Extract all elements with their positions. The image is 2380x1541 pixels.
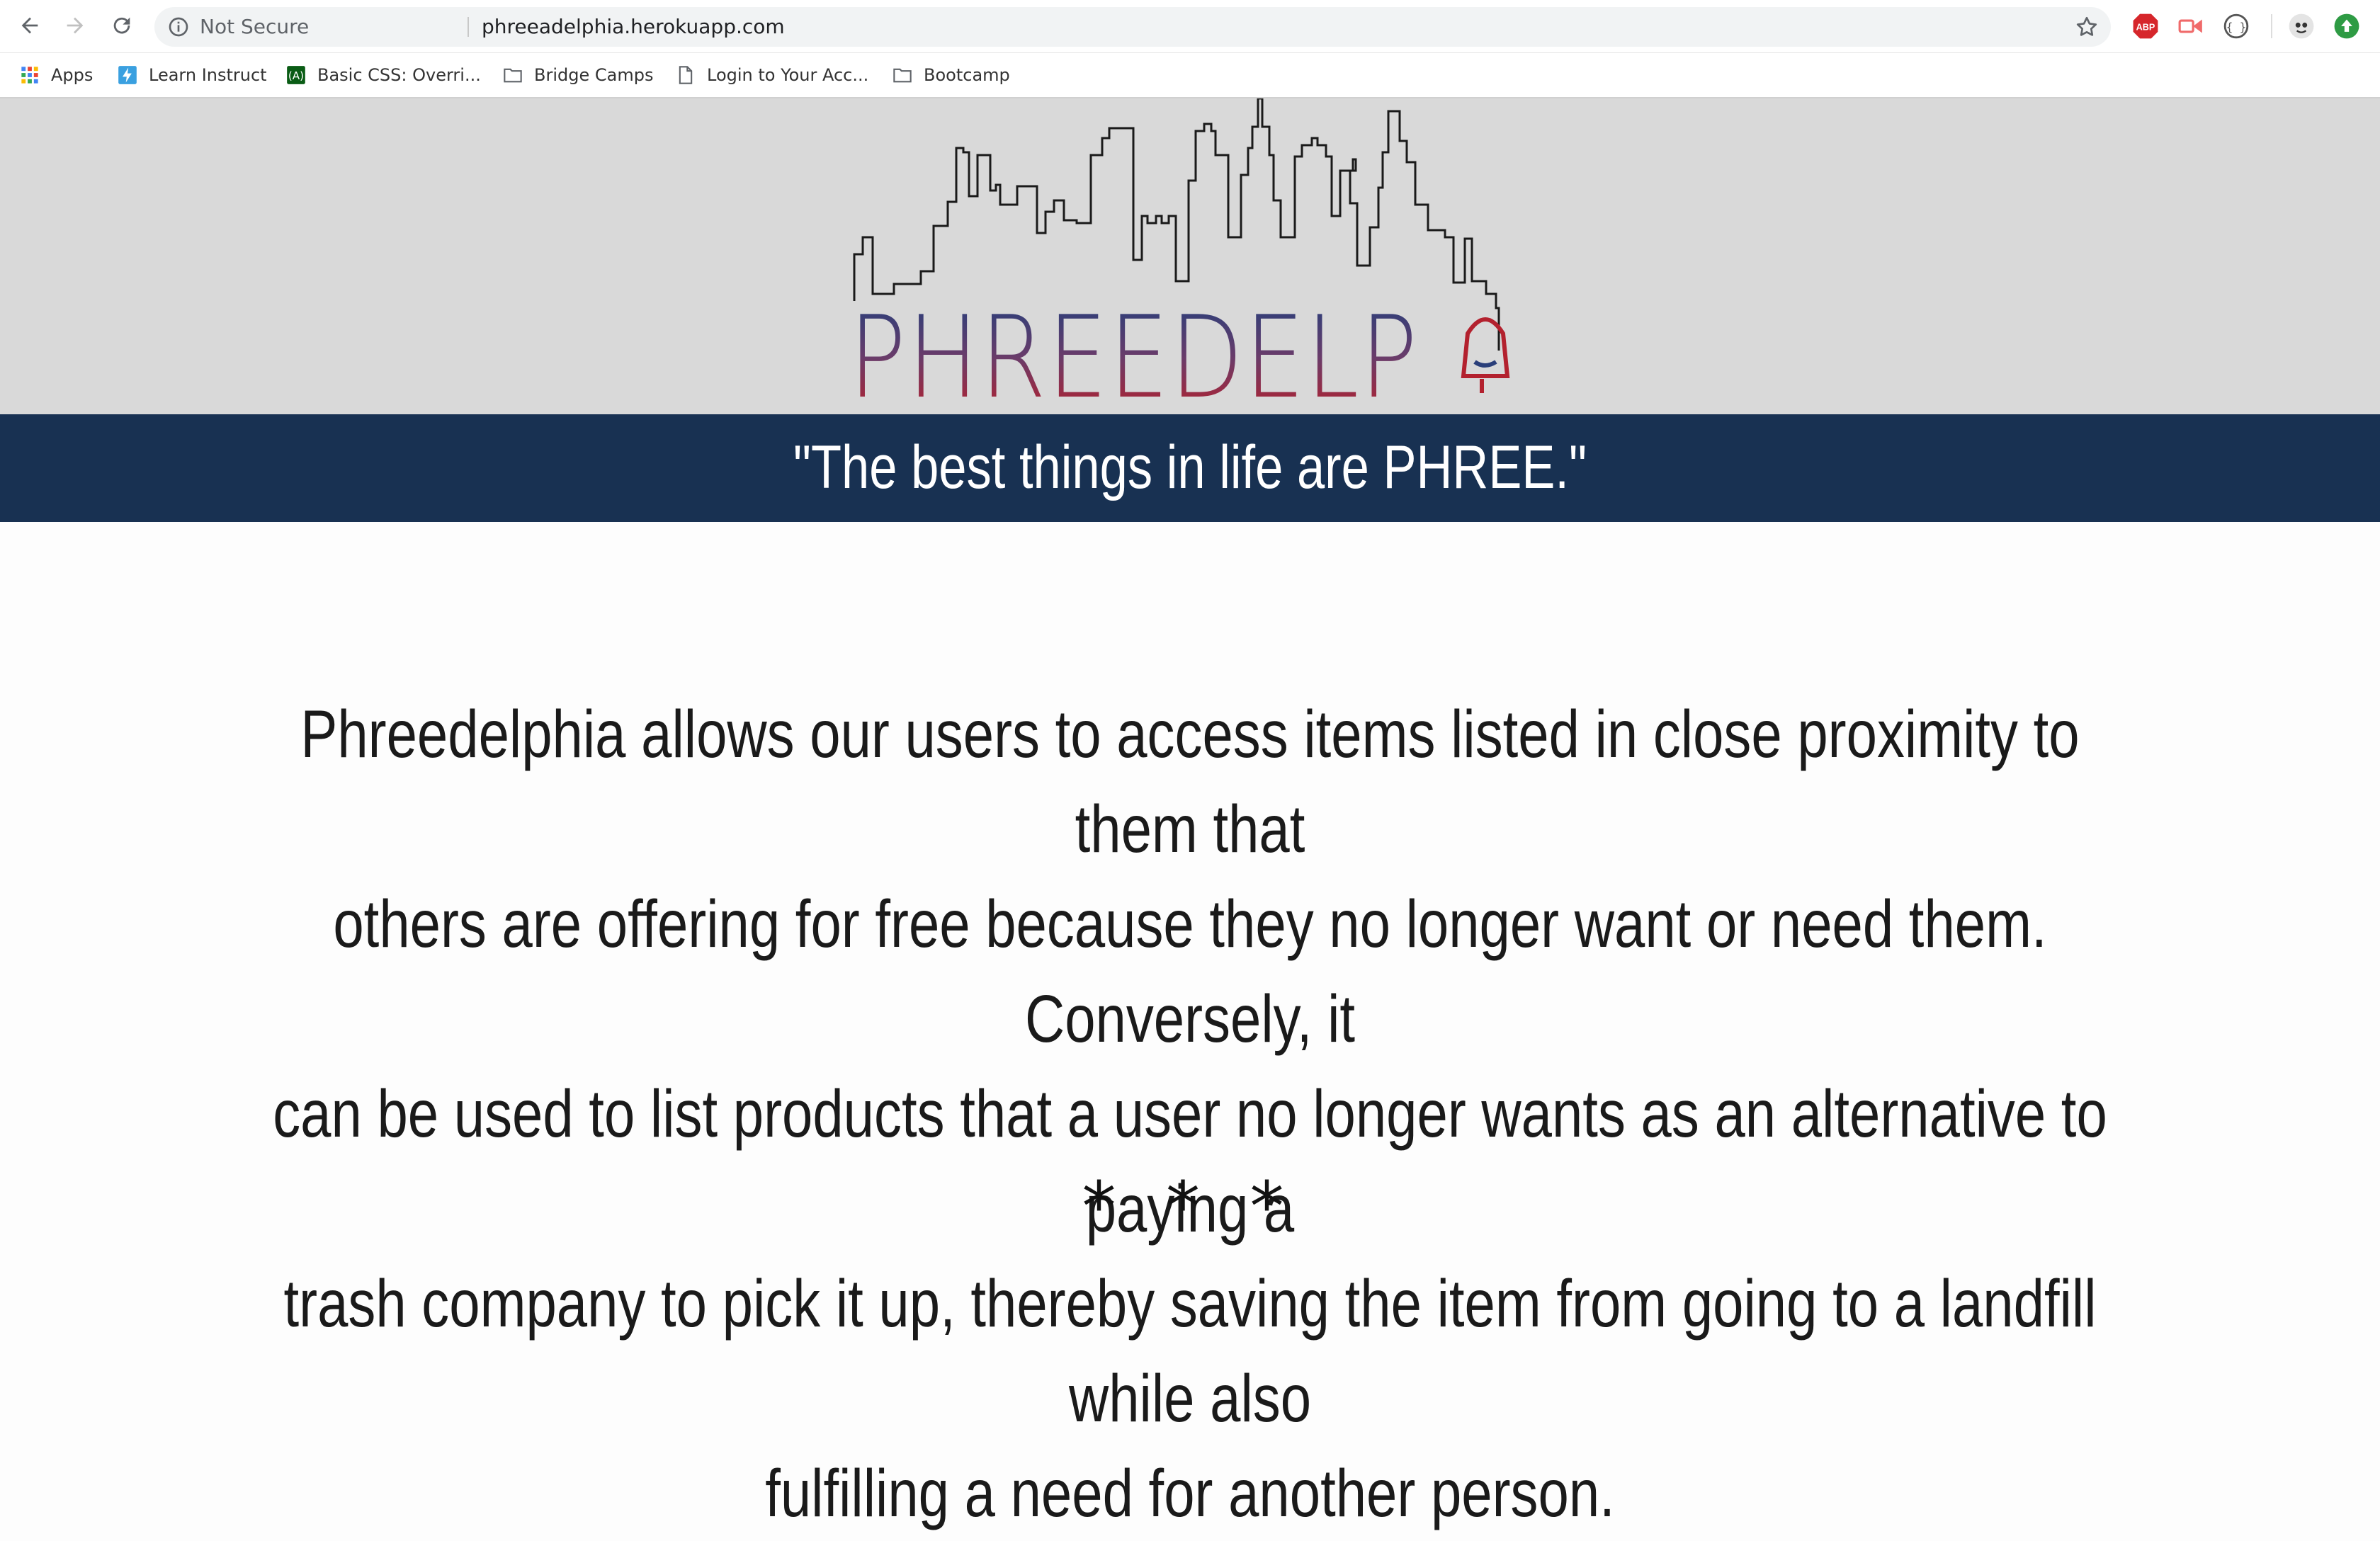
- phreedelphia-logo-text: PHREEDELPHIA: [849, 291, 1587, 423]
- bookmark-label: Login to Your Acc...: [707, 65, 869, 85]
- about-paragraph: Phreedelphia allows our users to access …: [261, 687, 2119, 1541]
- reload-icon: [113, 17, 130, 34]
- browser-toolbar: Not Secure phreeadelphia.herokuapp.com A…: [0, 0, 2380, 53]
- bookmark-apps[interactable]: Apps: [20, 53, 93, 97]
- svg-text:(A): (A): [288, 69, 304, 82]
- about-line: trash company to pick it up, thereby sav…: [283, 1266, 2097, 1436]
- update-icon[interactable]: [2333, 13, 2360, 40]
- bookmark-bridge-camps[interactable]: Bridge Camps: [503, 53, 653, 97]
- address-bar[interactable]: Not Secure phreeadelphia.herokuapp.com: [154, 7, 2111, 47]
- freecodecamp-icon: (A): [287, 66, 305, 84]
- bookmark-basic-css[interactable]: (A) Basic CSS: Overri...: [286, 53, 481, 97]
- bookmark-star-icon[interactable]: [2074, 14, 2100, 40]
- apps-grid-icon: [21, 67, 38, 84]
- bookmark-label: Bridge Camps: [534, 65, 654, 85]
- adblock-plus-icon[interactable]: ABP: [2132, 13, 2159, 40]
- forward-button[interactable]: [60, 10, 91, 41]
- bookmark-login[interactable]: Login to Your Acc...: [676, 53, 868, 97]
- page-icon: [679, 66, 693, 84]
- learn-bolt-icon: [118, 66, 137, 84]
- bookmark-label: Apps: [51, 65, 94, 85]
- about-line: Phreedelphia allows our users to access …: [300, 697, 2080, 867]
- about-line: fulfilling a need for another person.: [765, 1456, 1615, 1531]
- hero-banner: PHREEDELPHIA: [0, 98, 2380, 414]
- tagline-text: "The best things in life are PHREE.": [793, 433, 1587, 501]
- liberty-bell-icon: [1461, 317, 1510, 393]
- bookmark-label: Learn Instruct: [149, 65, 267, 85]
- svg-text:ABP: ABP: [2136, 23, 2155, 33]
- svg-text:{ }: { }: [2226, 20, 2247, 33]
- bookmark-bootcamp[interactable]: Bootcamp: [892, 53, 1010, 97]
- back-button[interactable]: [14, 10, 45, 41]
- profile-icon[interactable]: [2288, 13, 2315, 40]
- code-brackets-icon[interactable]: { }: [2223, 13, 2250, 40]
- security-label[interactable]: Not Secure: [200, 7, 309, 47]
- omnibox-separator: [468, 17, 469, 37]
- toolbar-divider: [2271, 14, 2272, 38]
- reload-button[interactable]: [106, 10, 137, 41]
- bookmarks-bar: Apps Learn Instruct (A) Basic CSS: Overr…: [0, 53, 2380, 98]
- section-divider: * * *: [1082, 1167, 1298, 1246]
- bookmark-label: Basic CSS: Overri...: [317, 65, 481, 85]
- folder-icon: [504, 68, 522, 83]
- info-icon: [169, 17, 188, 37]
- url-text[interactable]: phreeadelphia.herokuapp.com: [482, 7, 785, 47]
- about-line: others are offering for free because the…: [333, 887, 2047, 1057]
- folder-icon: [893, 68, 912, 83]
- forward-arrow-icon: [67, 17, 84, 34]
- screencast-icon[interactable]: [2177, 13, 2204, 40]
- back-arrow-icon: [21, 17, 38, 34]
- tagline-banner: "The best things in life are PHREE.": [0, 414, 2380, 522]
- bookmark-label: Bootcamp: [924, 65, 1010, 85]
- bookmark-learn-instruct[interactable]: Learn Instruct: [118, 53, 267, 97]
